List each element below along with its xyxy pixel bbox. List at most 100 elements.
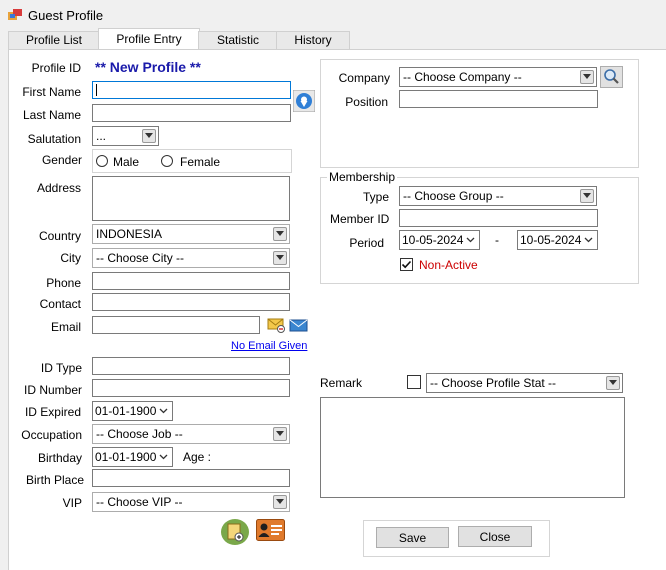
id-type-input[interactable] bbox=[92, 357, 290, 375]
birthday-label: Birthday bbox=[37, 451, 82, 465]
gender-female-radio[interactable] bbox=[161, 155, 173, 167]
occupation-value: -- Choose Job -- bbox=[96, 427, 183, 441]
text-caret bbox=[96, 84, 97, 96]
close-button[interactable]: Close bbox=[458, 526, 532, 547]
send-email-icon[interactable] bbox=[289, 319, 308, 332]
chevron-down-icon[interactable] bbox=[273, 495, 287, 509]
first-name-input[interactable] bbox=[92, 81, 291, 99]
gender-male-label: Male bbox=[113, 155, 140, 169]
id-type-label: ID Type bbox=[40, 361, 82, 375]
period-from-date-picker[interactable]: 10-05-2024 bbox=[399, 230, 480, 250]
profile-id-value: ** New Profile ** bbox=[95, 59, 201, 75]
id-number-input[interactable] bbox=[92, 379, 290, 397]
chevron-down-icon[interactable] bbox=[466, 237, 475, 243]
profile-id-label: Profile ID bbox=[31, 61, 81, 75]
birthday-date-picker[interactable]: 01-01-1900 bbox=[92, 447, 173, 467]
period-from-value: 10-05-2024 bbox=[402, 233, 464, 247]
salutation-select[interactable]: ... bbox=[92, 126, 159, 146]
chevron-down-icon[interactable] bbox=[159, 454, 168, 460]
save-button[interactable]: Save bbox=[376, 527, 449, 548]
membership-type-label: Type bbox=[362, 190, 389, 204]
period-to-value: 10-05-2024 bbox=[520, 233, 582, 247]
chevron-down-icon[interactable] bbox=[159, 408, 168, 414]
birthday-value: 01-01-1900 bbox=[95, 450, 157, 464]
chevron-down-icon[interactable] bbox=[580, 189, 594, 203]
non-active-label: Non-Active bbox=[419, 258, 478, 272]
search-icon[interactable] bbox=[600, 66, 623, 88]
email-input[interactable] bbox=[92, 316, 260, 334]
birth-place-input[interactable] bbox=[92, 469, 290, 487]
last-name-label: Last Name bbox=[22, 108, 81, 122]
remark-textarea[interactable] bbox=[320, 397, 625, 498]
last-name-input[interactable] bbox=[92, 104, 291, 122]
add-document-icon[interactable] bbox=[220, 518, 250, 546]
chevron-down-icon[interactable] bbox=[273, 251, 287, 265]
app-icon bbox=[8, 9, 22, 20]
id-expired-label: ID Expired bbox=[24, 405, 81, 419]
city-label: City bbox=[60, 251, 81, 265]
gender-label: Gender bbox=[41, 153, 82, 167]
gender-female-label: Female bbox=[180, 155, 221, 169]
member-id-label: Member ID bbox=[330, 212, 390, 226]
phone-label: Phone bbox=[46, 276, 81, 290]
position-label: Position bbox=[345, 95, 388, 109]
company-select[interactable]: -- Choose Company -- bbox=[399, 67, 597, 87]
position-input[interactable] bbox=[399, 90, 598, 108]
city-select[interactable]: -- Choose City -- bbox=[92, 248, 290, 268]
address-label: Address bbox=[36, 181, 81, 195]
remark-label: Remark bbox=[320, 376, 363, 390]
chevron-down-icon[interactable] bbox=[580, 70, 594, 84]
salutation-value: ... bbox=[96, 129, 107, 143]
no-email-link[interactable]: No Email Given bbox=[231, 340, 307, 352]
location-pin-icon[interactable] bbox=[293, 90, 315, 112]
profile-stat-value: -- Choose Profile Stat -- bbox=[430, 376, 557, 390]
occupation-label: Occupation bbox=[21, 428, 82, 442]
id-number-label: ID Number bbox=[23, 383, 82, 397]
window-title: Guest Profile bbox=[28, 8, 104, 23]
age-label: Age : bbox=[183, 450, 212, 464]
contact-input[interactable] bbox=[92, 293, 290, 311]
chevron-down-icon[interactable] bbox=[606, 376, 620, 390]
company-label: Company bbox=[338, 71, 390, 85]
period-to-date-picker[interactable]: 10-05-2024 bbox=[517, 230, 598, 250]
occupation-select[interactable]: -- Choose Job -- bbox=[92, 424, 290, 444]
address-textarea[interactable] bbox=[92, 176, 290, 221]
gender-male-radio[interactable] bbox=[96, 155, 108, 167]
company-value: -- Choose Company -- bbox=[403, 70, 522, 84]
country-value: INDONESIA bbox=[96, 227, 163, 241]
contact-label: Contact bbox=[39, 297, 81, 311]
id-card-icon[interactable] bbox=[256, 519, 285, 541]
vip-value: -- Choose VIP -- bbox=[96, 495, 183, 509]
non-active-checkbox[interactable] bbox=[400, 258, 413, 271]
profile-stat-checkbox[interactable] bbox=[407, 375, 421, 389]
gender-group: Male Female bbox=[92, 149, 292, 173]
id-expired-value: 01-01-1900 bbox=[95, 404, 157, 418]
profile-stat-select[interactable]: -- Choose Profile Stat -- bbox=[426, 373, 623, 393]
period-label: Period bbox=[349, 236, 384, 250]
period-separator: - bbox=[495, 233, 499, 247]
city-value: -- Choose City -- bbox=[96, 251, 185, 265]
first-name-label: First Name bbox=[22, 85, 81, 99]
phone-input[interactable] bbox=[92, 272, 290, 290]
id-expired-date-picker[interactable]: 01-01-1900 bbox=[92, 401, 173, 421]
chevron-down-icon[interactable] bbox=[584, 237, 593, 243]
tab-profile-list[interactable]: Profile List bbox=[8, 31, 100, 50]
chevron-down-icon[interactable] bbox=[273, 227, 287, 241]
member-id-input[interactable] bbox=[399, 209, 598, 227]
membership-type-value: -- Choose Group -- bbox=[403, 189, 504, 203]
salutation-label: Salutation bbox=[27, 132, 81, 146]
tab-history[interactable]: History bbox=[276, 31, 350, 50]
tab-statistic[interactable]: Statistic bbox=[198, 31, 278, 50]
vip-label: VIP bbox=[62, 496, 82, 510]
chevron-down-icon[interactable] bbox=[142, 129, 156, 143]
email-verify-icon[interactable] bbox=[267, 318, 285, 333]
birth-place-label: Birth Place bbox=[25, 473, 84, 487]
country-label: Country bbox=[38, 229, 81, 243]
chevron-down-icon[interactable] bbox=[273, 427, 287, 441]
membership-group-label: Membership bbox=[327, 170, 398, 184]
tab-profile-entry[interactable]: Profile Entry bbox=[98, 28, 200, 50]
vip-select[interactable]: -- Choose VIP -- bbox=[92, 492, 290, 512]
email-label: Email bbox=[50, 320, 81, 334]
membership-type-select[interactable]: -- Choose Group -- bbox=[399, 186, 597, 206]
country-select[interactable]: INDONESIA bbox=[92, 224, 290, 244]
